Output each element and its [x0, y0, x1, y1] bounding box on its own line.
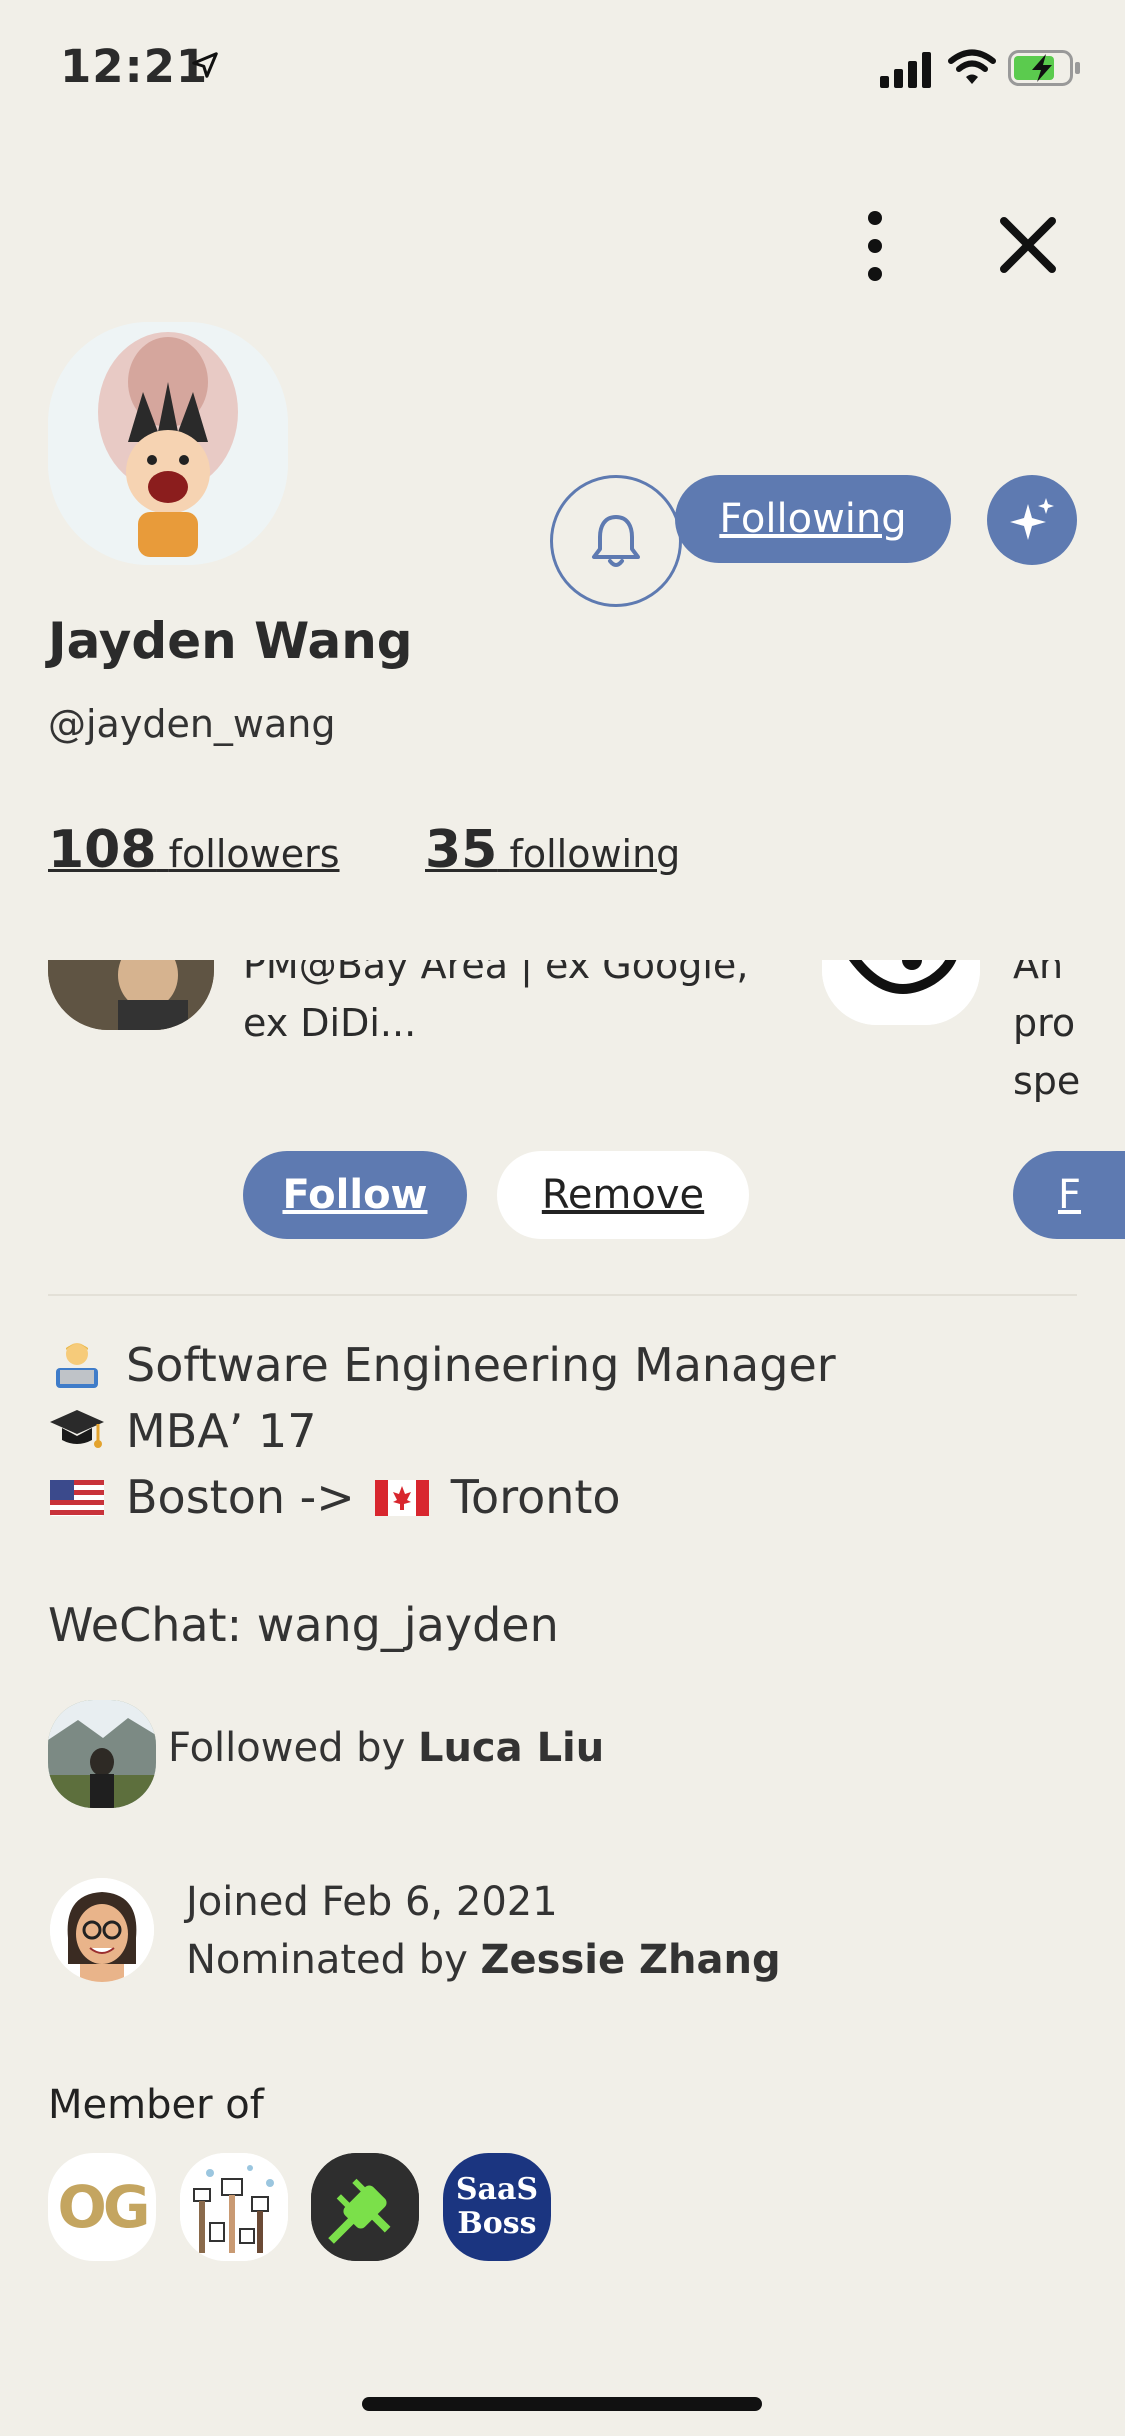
saas-boss-club-icon[interactable]: SaaS Boss	[443, 2153, 551, 2261]
suggestion-avatar[interactable]	[48, 960, 214, 1030]
us-flag-emoji-icon	[50, 1480, 104, 1516]
following-link[interactable]: 35 following	[425, 820, 680, 880]
status-time: 12:21	[60, 40, 209, 93]
divider	[48, 1294, 1077, 1296]
more-options-icon[interactable]	[860, 210, 890, 282]
home-indicator[interactable]	[362, 2397, 762, 2411]
wifi-icon	[948, 49, 996, 84]
notification-bell-button[interactable]	[550, 475, 682, 607]
following-button[interactable]: Following	[675, 475, 951, 563]
cellular-signal-icon	[880, 52, 931, 88]
nominator-avatar[interactable]	[50, 1878, 154, 1982]
location-arrow-icon	[192, 52, 218, 78]
profile-bio: Software Engineering Manager MBA’ 17 Bos…	[48, 1332, 836, 1530]
illustration-club-icon[interactable]	[180, 2153, 288, 2261]
following-label: following	[509, 832, 681, 876]
mutual-follower-avatar[interactable]	[48, 1700, 156, 1808]
technologist-emoji-icon	[56, 1343, 98, 1388]
following-count: 35	[425, 820, 498, 880]
graduation-cap-emoji-icon	[50, 1410, 104, 1448]
close-icon[interactable]	[998, 215, 1058, 275]
suggestion-avatar[interactable]	[822, 960, 980, 1025]
sparkle-button[interactable]	[987, 475, 1077, 565]
sparkle-icon	[1010, 498, 1054, 540]
og-club-icon[interactable]: OG	[48, 2153, 156, 2261]
suggestion-bio: PM@Bay Area | ex Google, ex DiDi...	[243, 960, 749, 1045]
follow-button[interactable]: Follow	[243, 1151, 467, 1239]
joined-date: Joined Feb 6, 2021	[186, 1879, 558, 1925]
followed-by-name[interactable]: Luca Liu	[418, 1725, 604, 1771]
joined-info: Joined Feb 6, 2021 Nominated by Zessie Z…	[186, 1873, 781, 1989]
profile-name: Jayden Wang	[48, 612, 413, 670]
canada-flag-emoji-icon	[374, 1480, 429, 1516]
nominator-name[interactable]: Zessie Zhang	[481, 1937, 781, 1983]
followers-link[interactable]: 108 followers	[48, 820, 340, 880]
plug-club-icon[interactable]	[311, 2153, 419, 2261]
followed-by-text: Followed by Luca Liu	[168, 1725, 605, 1771]
followers-label: followers	[168, 832, 340, 876]
profile-handle: @jayden_wang	[48, 702, 336, 746]
remove-button[interactable]: Remove	[497, 1151, 749, 1239]
battery-charging-icon	[1008, 50, 1080, 86]
profile-avatar[interactable]	[48, 322, 288, 565]
wechat-text: WeChat: wang_jayden	[48, 1598, 559, 1652]
follow-button[interactable]: F	[1013, 1151, 1125, 1239]
suggestion-bio: An pro spe	[1013, 960, 1081, 1103]
suggested-people-carousel[interactable]: PM@Bay Area | ex Google, ex DiDi... An p…	[0, 960, 1125, 1260]
member-of-label: Member of	[48, 2082, 264, 2128]
followers-count: 108	[48, 820, 157, 880]
bell-icon	[592, 515, 640, 567]
nominated-by: Nominated by Zessie Zhang	[186, 1937, 781, 1983]
